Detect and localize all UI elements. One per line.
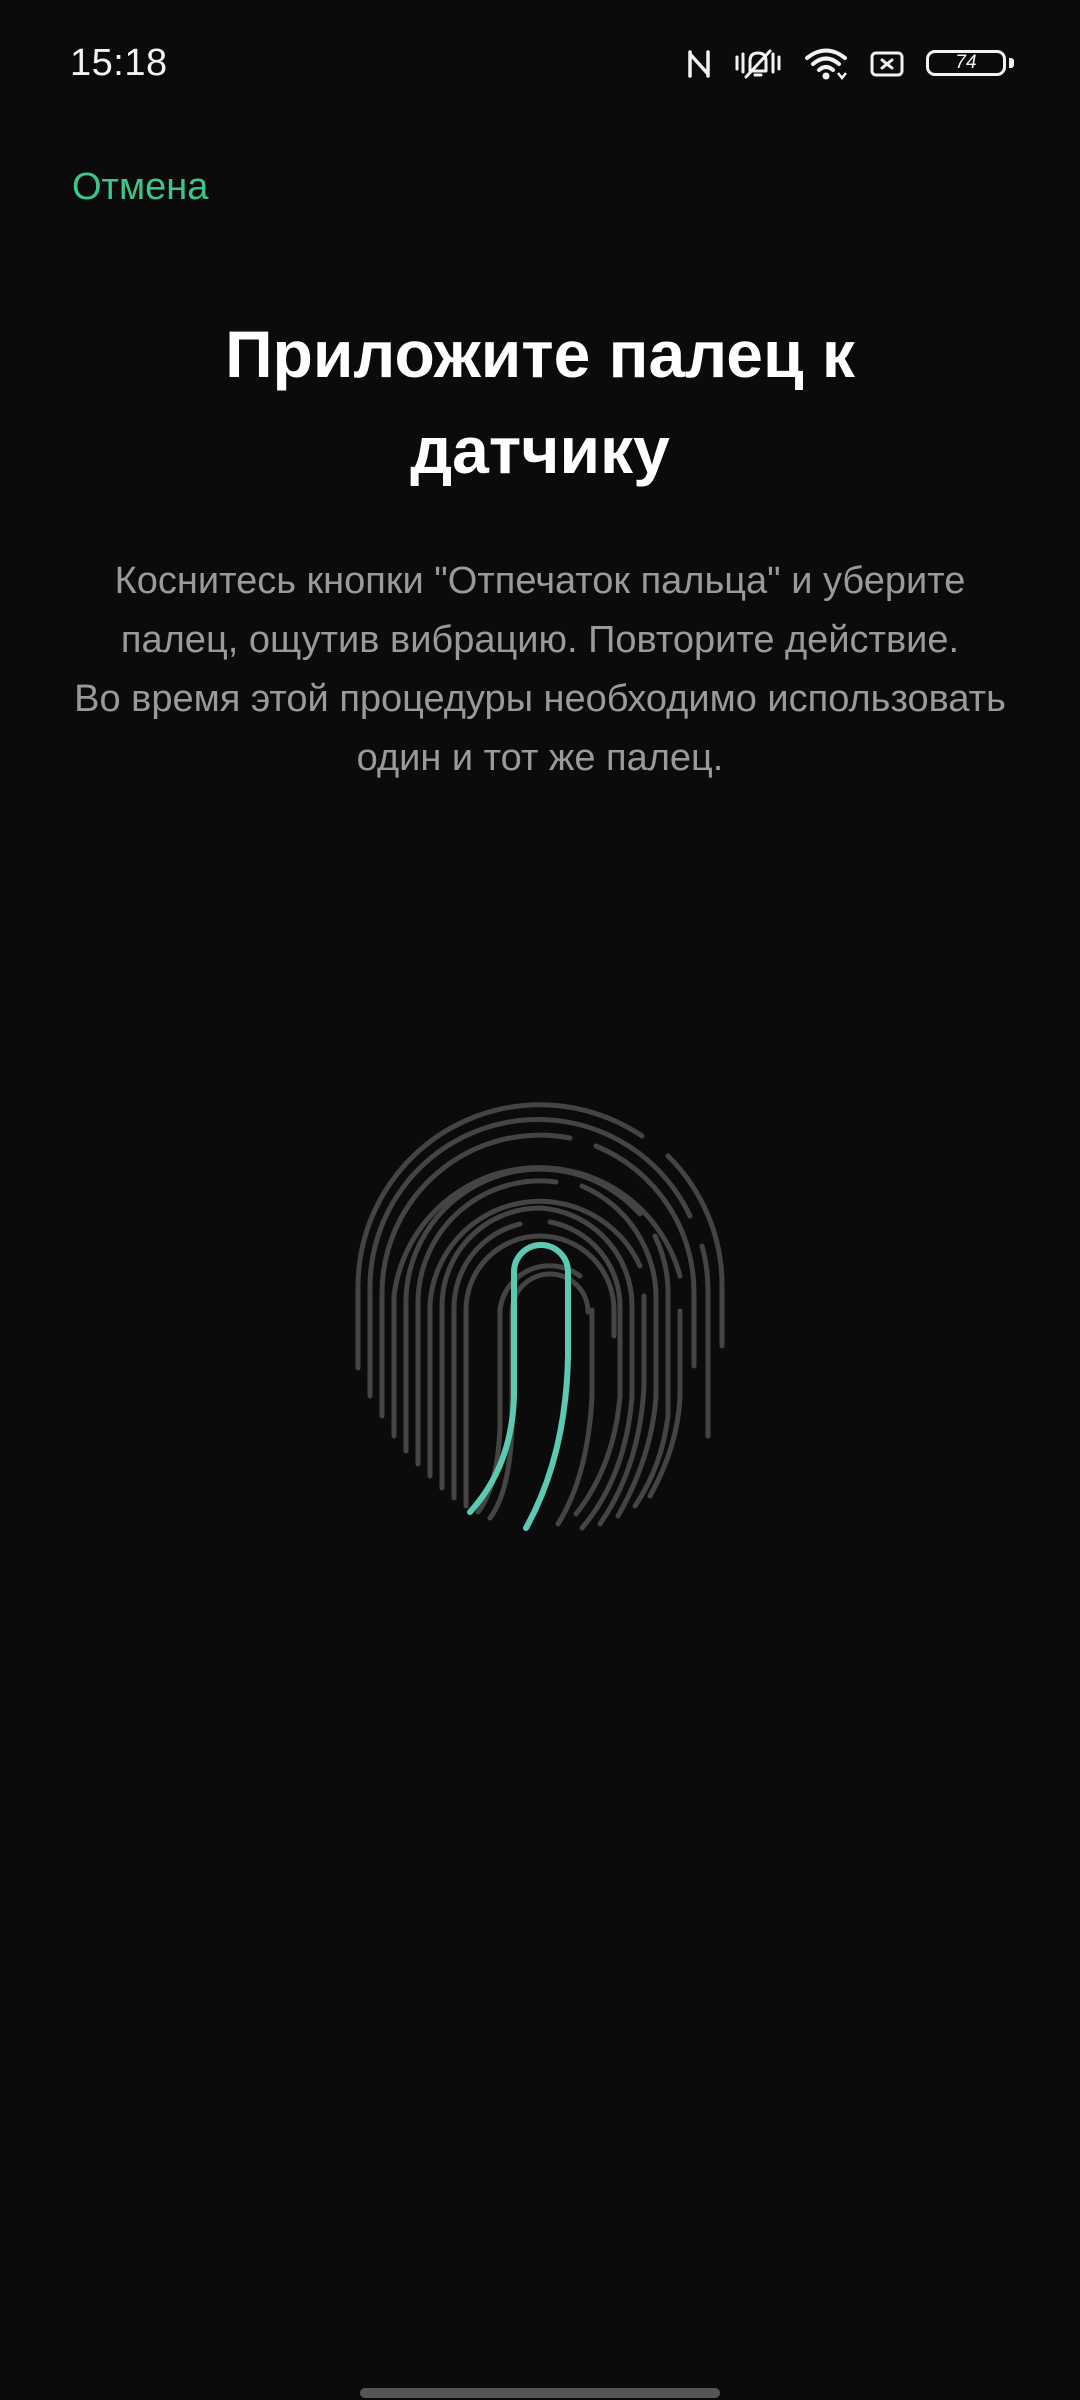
home-indicator[interactable] <box>360 2388 720 2398</box>
battery-icon: 74 <box>926 50 1014 78</box>
nfc-icon <box>686 48 712 80</box>
instruction-text: Коснитесь кнопки "Отпечаток пальца" и уб… <box>114 560 966 661</box>
wifi-icon <box>804 47 848 81</box>
status-time: 15:18 <box>70 42 168 84</box>
battery-level: 74 <box>955 52 977 73</box>
fingerprint-icon <box>350 1096 730 1536</box>
page-title: Приложите палец к датчику <box>225 317 855 487</box>
cancel-button[interactable]: Отмена <box>72 166 208 209</box>
instructions: Коснитесь кнопки "Отпечаток пальца" и уб… <box>70 552 1010 788</box>
instruction-note: Во время этой процедуры необходимо испол… <box>74 678 1006 779</box>
vibrate-silent-icon <box>734 47 782 81</box>
status-bar: 15:18 74 <box>0 0 1080 130</box>
screen-cast-icon <box>870 49 904 79</box>
status-icons: 74 <box>686 44 1014 84</box>
